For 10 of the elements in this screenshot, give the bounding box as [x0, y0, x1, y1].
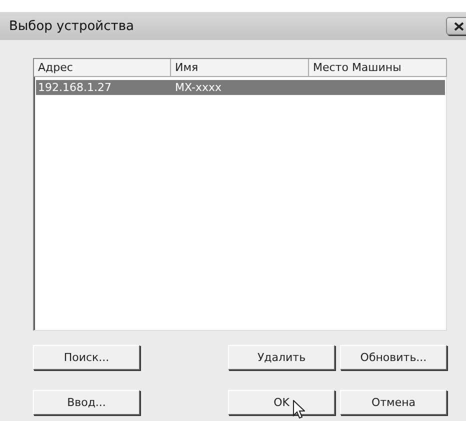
column-header[interactable]: Адрес	[34, 59, 171, 77]
dialog-button[interactable]: Отмена	[340, 390, 447, 415]
column-header[interactable]: Имя	[171, 59, 309, 77]
dialog-button[interactable]: Удалить	[228, 345, 335, 370]
dialog-button[interactable]: Поиск...	[33, 345, 140, 370]
window-title: Выбор устройства	[9, 18, 134, 34]
column-header[interactable]: Место Машины	[309, 59, 447, 77]
table-row[interactable]: 192.168.1.27 MX-xxxx	[36, 80, 445, 95]
dialog-button[interactable]: Обновить...	[340, 345, 447, 370]
dialog-button[interactable]: Ввод...	[33, 390, 140, 415]
